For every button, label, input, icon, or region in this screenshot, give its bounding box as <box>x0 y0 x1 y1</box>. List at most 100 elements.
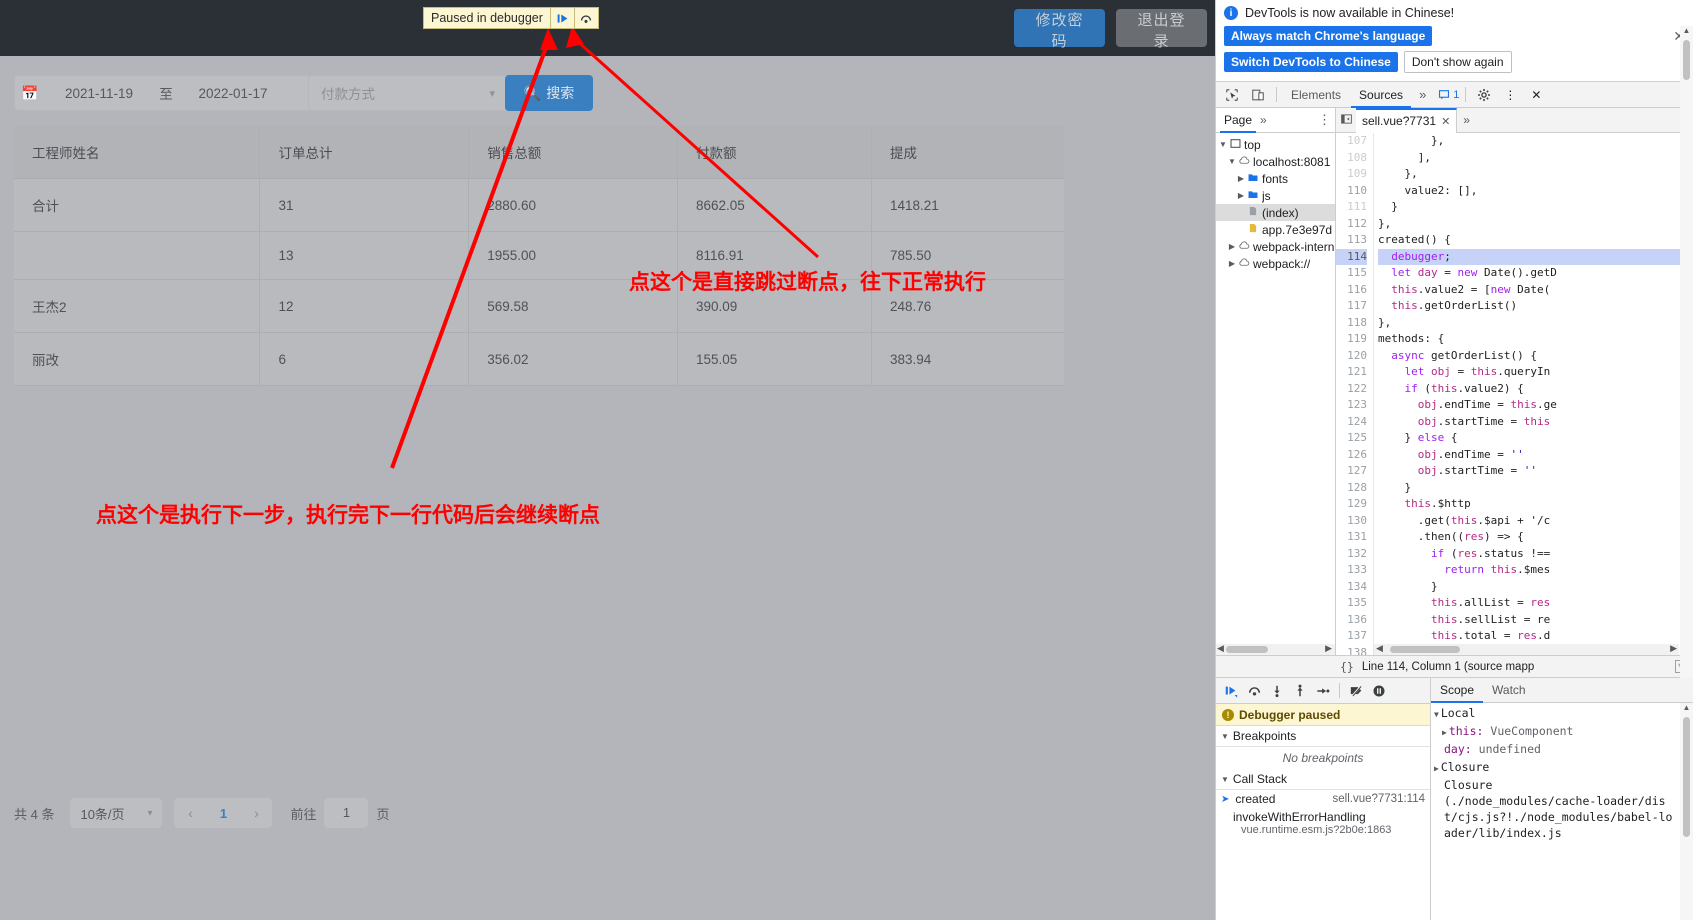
scroll-up-arrow-icon[interactable]: ▲ <box>1680 26 1693 35</box>
date-range-picker[interactable]: 📅 2021-11-19 至 2022-01-17 <box>14 75 344 111</box>
code-line[interactable]: this.value2 = [new Date( <box>1378 282 1693 299</box>
line-number[interactable]: 131 <box>1336 529 1367 546</box>
code-line[interactable]: let day = new Date().getD <box>1378 265 1693 282</box>
code-line[interactable]: obj.endTime = '' <box>1378 447 1693 464</box>
line-number[interactable]: 126 <box>1336 447 1367 464</box>
line-number[interactable]: 118 <box>1336 315 1367 332</box>
page-size-select[interactable]: 10条/页 ▾ <box>70 798 163 828</box>
code-line[interactable]: ], <box>1378 150 1693 167</box>
tab-watch[interactable]: Watch <box>1483 678 1535 703</box>
dont-show-again-button[interactable]: Don't show again <box>1403 51 1512 73</box>
tab-sources[interactable]: Sources <box>1351 82 1412 108</box>
code-line[interactable]: this.getOrderList() <box>1378 298 1693 315</box>
scroll-left-arrow-icon[interactable]: ◀ <box>1217 643 1224 654</box>
tab-scope[interactable]: Scope <box>1431 678 1484 703</box>
code-line[interactable]: .get(this.$api + '/c <box>1378 513 1693 530</box>
scope-local-header[interactable]: ▼ Local <box>1434 705 1693 723</box>
code-line[interactable]: } <box>1378 199 1693 216</box>
code-line[interactable]: methods: { <box>1378 331 1693 348</box>
code-editor[interactable]: 107 108 109 110 111 112 113 114 115 116 117 118 119 1… <box>1336 133 1693 655</box>
scope-entry[interactable]: ▶ this: VueComponent <box>1434 723 1693 741</box>
code-line[interactable]: this.sellList = re <box>1378 612 1693 629</box>
code-line[interactable]: obj.startTime = '' <box>1378 463 1693 480</box>
chevron-right-icon[interactable]: ▶ <box>1227 259 1237 268</box>
line-number[interactable]: 114 <box>1336 248 1367 265</box>
scope-closure-2[interactable]: Closure <box>1434 777 1693 793</box>
chevron-right-icon[interactable]: ▶ <box>1227 242 1237 251</box>
start-date-value[interactable]: 2021-11-19 <box>45 86 153 101</box>
file-tree-item[interactable]: app.7e3e97d <box>1216 221 1335 238</box>
resume-script-icon[interactable] <box>549 8 574 28</box>
code-line[interactable]: this.total = res.d <box>1378 628 1693 645</box>
code-line[interactable]: value2: [], <box>1378 183 1693 200</box>
device-toolbar-icon[interactable] <box>1246 84 1270 106</box>
more-vertical-icon[interactable]: ⋮ <box>1498 84 1522 106</box>
line-number[interactable]: 132 <box>1336 546 1367 563</box>
line-number[interactable]: 124 <box>1336 414 1367 431</box>
message-count-badge[interactable]: 1 <box>1438 89 1459 101</box>
line-number[interactable]: 133 <box>1336 562 1367 579</box>
code-line[interactable]: }, <box>1378 216 1693 233</box>
line-number[interactable]: 122 <box>1336 381 1367 398</box>
step-icon[interactable] <box>1312 680 1334 702</box>
table-row[interactable]: 合计 31 2880.60 8662.05 1418.21 <box>14 178 1064 232</box>
navigator-tab-page[interactable]: Page <box>1220 108 1257 133</box>
line-number[interactable]: 129 <box>1336 496 1367 513</box>
line-number[interactable]: 130 <box>1336 513 1367 530</box>
step-into-icon[interactable] <box>1266 680 1288 702</box>
step-out-icon[interactable] <box>1289 680 1311 702</box>
line-number[interactable]: 128 <box>1336 480 1367 497</box>
line-number[interactable]: 117 <box>1336 298 1367 315</box>
code-line[interactable]: .then((res) => { <box>1378 529 1693 546</box>
chevron-down-icon[interactable]: ▼ <box>1218 140 1228 149</box>
line-number[interactable]: 115 <box>1336 265 1367 282</box>
line-number[interactable]: 125 <box>1336 430 1367 447</box>
prev-page-button[interactable]: ‹ <box>174 805 206 821</box>
chevron-double-right-icon[interactable]: » <box>1260 113 1267 127</box>
payment-method-select[interactable]: 付款方式 ▾ <box>308 75 508 111</box>
chevron-double-right-icon[interactable]: » <box>1413 87 1432 102</box>
end-date-value[interactable]: 2022-01-17 <box>179 86 287 101</box>
call-stack-section-header[interactable]: ▼ Call Stack <box>1216 769 1430 790</box>
inspect-element-icon[interactable] <box>1220 84 1244 106</box>
code-line[interactable]: async getOrderList() { <box>1378 348 1693 365</box>
switch-devtools-language-button[interactable]: Switch DevTools to Chinese <box>1224 52 1398 72</box>
next-page-button[interactable]: › <box>240 805 272 821</box>
page-number-1[interactable]: 1 <box>206 806 240 821</box>
navigator-horizontal-scrollbar[interactable]: ◀ ▶ <box>1216 643 1336 655</box>
code-line[interactable]: return this.$mes <box>1378 562 1693 579</box>
scrollbar-thumb[interactable] <box>1683 40 1690 80</box>
chevron-right-icon[interactable]: ▶ <box>1236 191 1246 200</box>
scrollbar-thumb[interactable] <box>1683 717 1690 837</box>
search-button[interactable]: 🔍 搜索 <box>505 75 593 111</box>
file-tree-item[interactable]: (index) <box>1216 204 1335 221</box>
line-number[interactable]: 123 <box>1336 397 1367 414</box>
chevron-right-icon[interactable]: ▶ <box>1442 728 1447 737</box>
close-icon[interactable]: ✕ <box>1524 84 1548 106</box>
pretty-print-icon[interactable]: {} <box>1340 660 1354 674</box>
code-line[interactable]: }, <box>1378 133 1693 150</box>
code-content[interactable]: }, ], }, value2: [], }}, created() { debu… <box>1374 133 1693 655</box>
call-stack-frame[interactable]: invokeWithErrorHandling vue.runtime.esm.j… <box>1216 808 1430 838</box>
editor-tab-sell-vue[interactable]: sell.vue?7731 ✕ <box>1356 107 1458 133</box>
line-number[interactable]: 116 <box>1336 282 1367 299</box>
always-match-language-button[interactable]: Always match Chrome's language <box>1224 26 1433 46</box>
code-line[interactable]: obj.endTime = this.ge <box>1378 397 1693 414</box>
file-tree-item[interactable]: ▶ fonts <box>1216 170 1335 187</box>
goto-page-input[interactable]: 1 <box>324 798 369 828</box>
scope-closure-1[interactable]: ▶ Closure <box>1434 759 1693 777</box>
line-number[interactable]: 110 <box>1336 183 1367 200</box>
line-number[interactable]: 134 <box>1336 579 1367 596</box>
line-number[interactable]: 112 <box>1336 216 1367 233</box>
scope-entry[interactable]: day: undefined <box>1434 741 1693 759</box>
file-tree-item[interactable]: ▼ localhost:8081 <box>1216 153 1335 170</box>
code-line[interactable]: obj.startTime = this <box>1378 414 1693 431</box>
scrollbar-thumb[interactable] <box>1226 646 1268 653</box>
file-tree-item[interactable]: ▶ webpack-intern <box>1216 238 1335 255</box>
logout-button[interactable]: 退出登录 <box>1116 9 1207 50</box>
file-tree-item[interactable]: ▼ top <box>1216 136 1335 153</box>
file-tree-item[interactable]: ▶ js <box>1216 187 1335 204</box>
scrollbar-thumb[interactable] <box>1390 646 1460 653</box>
line-number[interactable]: 113 <box>1336 232 1367 249</box>
scroll-right-arrow-icon[interactable]: ▶ <box>1325 643 1332 654</box>
